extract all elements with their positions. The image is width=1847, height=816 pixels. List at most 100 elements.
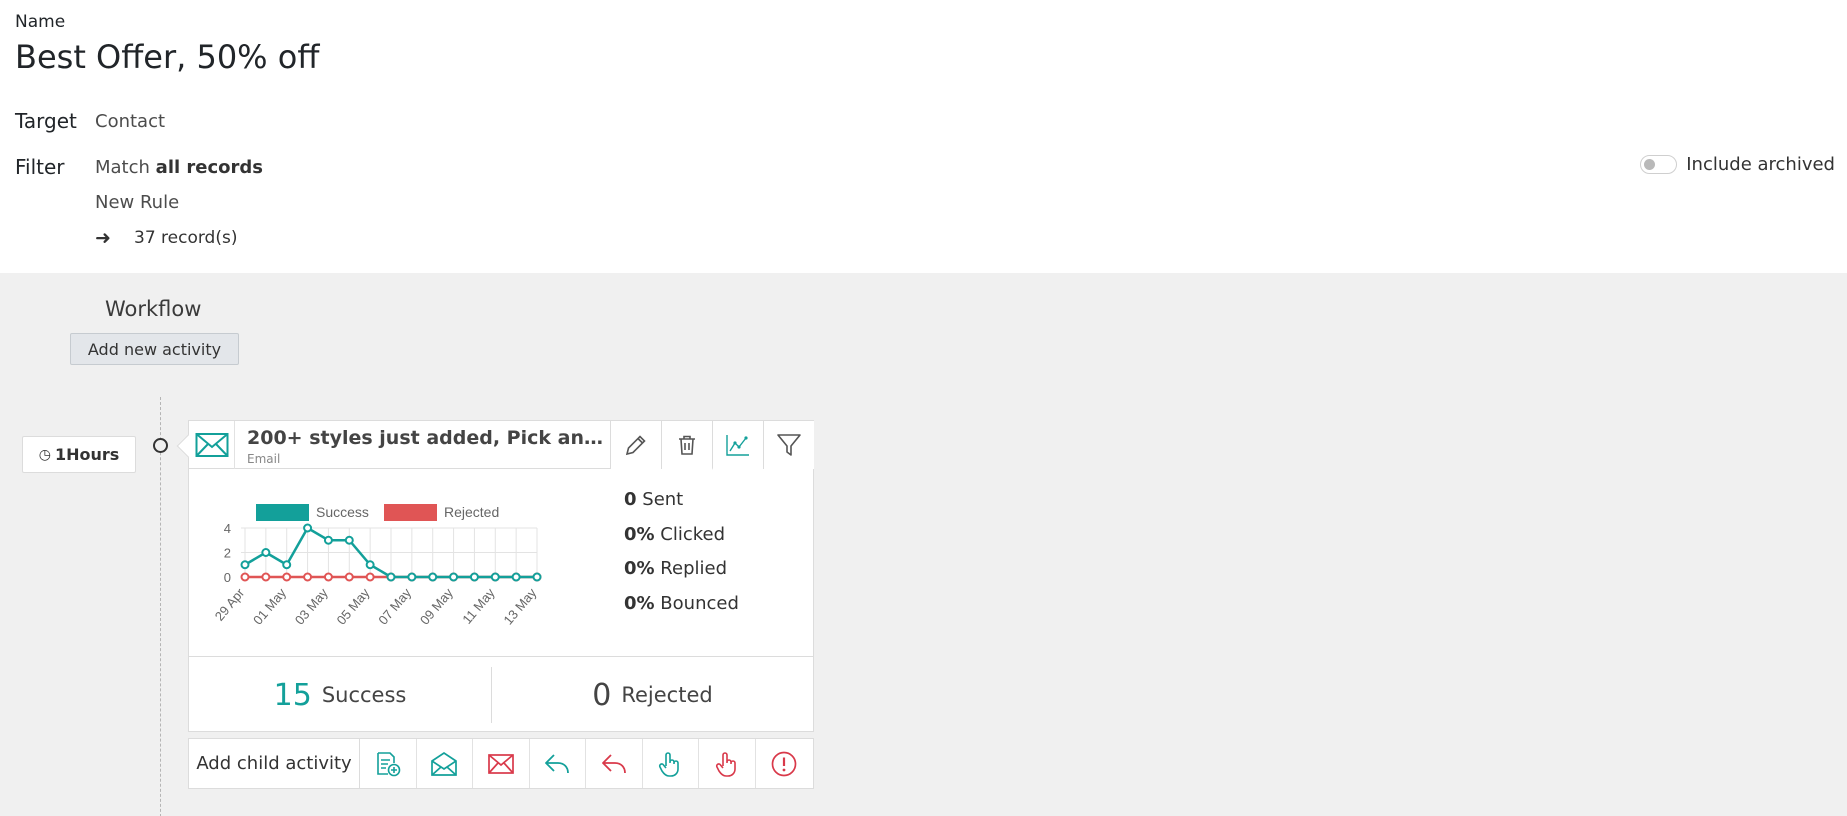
- edit-icon: [625, 435, 646, 456]
- filter-match[interactable]: Match all records: [95, 157, 263, 178]
- activity-chart: Success Rejected 0 2 4 29 Apr 01 May 03 May 05 M…: [189, 470, 544, 655]
- series-point-0: [344, 535, 354, 545]
- success-count: 15: [273, 677, 312, 713]
- chart-button[interactable]: [712, 421, 763, 470]
- envelope-open-icon: [431, 751, 458, 776]
- arrow-right-icon: ➜: [95, 227, 111, 249]
- chart-icon: [726, 434, 749, 456]
- series-point-1: [365, 572, 375, 582]
- series-point-0: [303, 523, 313, 533]
- y-tick-label: 2: [224, 546, 231, 561]
- stat-clicked-value: 0%: [624, 523, 655, 545]
- x-tick-label: 29 Apr: [212, 585, 248, 624]
- x-tick-label: 01 May: [250, 585, 289, 628]
- envelope-icon[interactable]: [189, 421, 235, 469]
- add-child-activity-label[interactable]: Add child activity: [189, 739, 360, 788]
- campaign-form: Name Best Offer, 50% off Target Contact …: [0, 0, 1847, 273]
- activity-chart-svg: Success Rejected 0 2 4 29 Apr 01 May 03 May 05 M…: [212, 504, 542, 628]
- series-point-0: [449, 572, 459, 582]
- series-point-0: [532, 572, 542, 582]
- series-point-1: [240, 572, 250, 582]
- child-activity-bar: Add child activity: [188, 738, 814, 789]
- filter-new-rule[interactable]: New Rule: [95, 192, 179, 213]
- x-tick-label: 13 May: [500, 585, 539, 628]
- series-point-0: [365, 560, 375, 570]
- target-label: Target: [15, 109, 77, 133]
- edit-button[interactable]: [610, 421, 661, 469]
- legend-label-1: Rejected: [444, 504, 499, 520]
- x-tick-label: 11 May: [459, 585, 498, 627]
- include-archived-label: Include archived: [1686, 154, 1835, 175]
- filter-button[interactable]: [763, 421, 814, 469]
- trigger-delay-badge[interactable]: ◷ 1Hours: [22, 436, 136, 473]
- reply-red-icon: [601, 753, 626, 773]
- filter-label: Filter: [15, 155, 65, 179]
- child-replied-button[interactable]: [530, 739, 586, 788]
- child-email-opened-button[interactable]: [417, 739, 473, 788]
- alert-icon: [771, 751, 797, 776]
- activity-title[interactable]: 200+ styles just added, Pick and get ...: [247, 427, 603, 449]
- activity-stats: 0 Sent 0% Clicked 0% Replied 0% Bounced: [624, 489, 739, 627]
- series-point-1: [261, 572, 271, 582]
- campaign-name[interactable]: Best Offer, 50% off: [15, 38, 319, 76]
- y-tick-label: 0: [224, 570, 231, 585]
- rejected-count: 0: [592, 677, 612, 713]
- stat-replied-label: Replied: [660, 558, 727, 579]
- activity-type: Email: [247, 452, 281, 466]
- name-label: Name: [15, 12, 66, 32]
- series-point-1: [323, 572, 333, 582]
- child-email-not-opened-button[interactable]: [473, 739, 530, 788]
- click-red-icon: [715, 751, 736, 777]
- series-point-0: [240, 560, 250, 570]
- trash-icon: [679, 435, 695, 455]
- series-point-1: [303, 572, 313, 582]
- include-archived: Include archived: [1640, 154, 1835, 175]
- y-tick-label: 4: [224, 521, 231, 536]
- target-value[interactable]: Contact: [95, 111, 165, 132]
- activity-summary: 15 Success 0 Rejected: [189, 656, 813, 732]
- x-tick-label: 07 May: [375, 585, 414, 628]
- series-point-0: [469, 572, 479, 582]
- delete-button[interactable]: [661, 421, 712, 469]
- timeline-line: [160, 397, 161, 816]
- reply-icon: [545, 753, 570, 773]
- rejected-summary[interactable]: 0 Rejected: [492, 657, 813, 733]
- stat-clicked: 0% Clicked: [624, 524, 739, 559]
- child-add-document-button[interactable]: [360, 739, 417, 788]
- legend-swatch-0: [256, 504, 309, 521]
- child-bounced-button[interactable]: [756, 739, 813, 788]
- success-summary[interactable]: 15 Success: [189, 657, 491, 733]
- envelope-red-icon: [487, 753, 514, 774]
- series-point-0: [428, 572, 438, 582]
- series-point-0: [511, 572, 521, 582]
- child-not-clicked-button[interactable]: [699, 739, 756, 788]
- trigger-delay-label: 1Hours: [54, 445, 120, 464]
- records-count[interactable]: 37 record(s): [134, 228, 237, 248]
- workflow-title: Workflow: [105, 297, 202, 321]
- stat-sent-value: 0: [624, 489, 637, 510]
- series-point-1: [282, 572, 292, 582]
- series-point-0: [386, 572, 396, 582]
- add-document-icon: [376, 751, 401, 776]
- legend-label-0: Success: [316, 504, 369, 520]
- filter-icon: [777, 434, 801, 456]
- activity-header: 200+ styles just added, Pick and get ...…: [189, 421, 814, 470]
- series-point-1: [344, 572, 354, 582]
- stat-sent: 0 Sent: [624, 489, 739, 524]
- x-tick-label: 05 May: [334, 585, 373, 628]
- stat-bounced: 0% Bounced: [624, 593, 739, 628]
- rejected-label: Rejected: [621, 683, 713, 707]
- workflow-area: Workflow Add new activity ◷ 1Hours 200+ …: [0, 273, 1847, 816]
- child-clicked-button[interactable]: [643, 739, 699, 788]
- series-point-0: [282, 560, 292, 570]
- x-tick-label: 03 May: [292, 585, 331, 628]
- success-label: Success: [321, 683, 407, 707]
- x-tick-label: 09 May: [417, 585, 456, 628]
- add-new-activity-button[interactable]: Add new activity: [70, 333, 239, 365]
- stat-replied: 0% Replied: [624, 558, 739, 593]
- series-point-0: [407, 572, 417, 582]
- timeline-node: [153, 438, 168, 453]
- include-archived-toggle[interactable]: [1640, 155, 1678, 174]
- stat-replied-value: 0%: [624, 558, 655, 579]
- child-not-replied-button[interactable]: [586, 739, 643, 788]
